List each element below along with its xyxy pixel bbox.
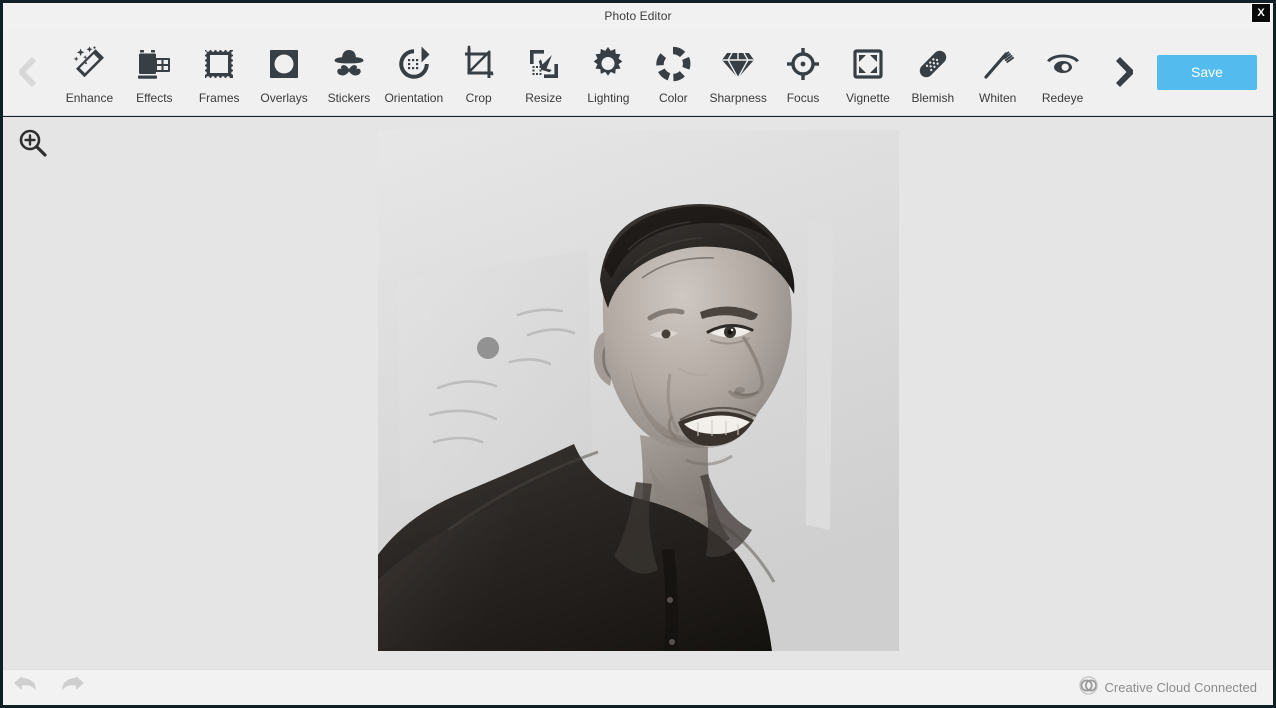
tool-label: Color xyxy=(658,90,688,105)
tool-frames[interactable]: Frames xyxy=(187,29,252,116)
tool-label: Whiten xyxy=(979,90,1017,105)
toolbar-scroll-next-button[interactable] xyxy=(1097,29,1149,116)
circle-in-square-icon xyxy=(263,43,305,85)
redo-arrow-icon xyxy=(59,674,85,701)
undo-arrow-icon xyxy=(13,674,39,701)
bandage-icon xyxy=(912,43,954,85)
chevron-right-icon xyxy=(1110,57,1136,87)
sun-icon xyxy=(587,43,629,85)
diamond-icon xyxy=(717,43,759,85)
chevron-left-icon xyxy=(16,57,42,87)
crop-icon xyxy=(458,43,500,85)
resize-arrow-icon xyxy=(523,43,565,85)
rotate-icon xyxy=(393,43,435,85)
picture-frame-icon xyxy=(198,43,240,85)
tools-toolbar: Enhance Effects Frames Overlays Stickers… xyxy=(3,29,1273,116)
bottom-toolbar: Creative Cloud Connected xyxy=(3,669,1273,705)
tool-vignette[interactable]: Vignette xyxy=(836,29,901,116)
tool-redeye[interactable]: Redeye xyxy=(1030,29,1095,116)
tool-lighting[interactable]: Lighting xyxy=(576,29,641,116)
title-bar: Photo Editor xyxy=(3,3,1273,29)
vignette-corners-icon xyxy=(847,43,889,85)
tool-label: Effects xyxy=(136,90,173,105)
tool-whiten[interactable]: Whiten xyxy=(965,29,1030,116)
creative-cloud-icon xyxy=(1078,675,1098,700)
tool-focus[interactable]: Focus xyxy=(771,29,836,116)
tool-sharpness[interactable]: Sharpness xyxy=(706,29,771,116)
tool-label: Overlays xyxy=(260,90,308,105)
tool-crop[interactable]: Crop xyxy=(446,29,511,116)
tool-label: Resize xyxy=(525,90,562,105)
focus-target-icon xyxy=(782,43,824,85)
tool-effects[interactable]: Effects xyxy=(122,29,187,116)
tool-color[interactable]: Color xyxy=(641,29,706,116)
tool-orientation[interactable]: Orientation xyxy=(381,29,446,116)
toolbar-scroll-prev-button[interactable] xyxy=(3,29,55,116)
tool-label: Vignette xyxy=(846,90,890,105)
tool-label: Blemish xyxy=(911,90,955,105)
close-button[interactable]: X xyxy=(1251,3,1271,23)
tool-label: Enhance xyxy=(65,90,114,105)
tool-resize[interactable]: Resize xyxy=(511,29,576,116)
close-icon: X xyxy=(1257,7,1265,19)
tool-label: Sharpness xyxy=(709,90,767,105)
eye-icon xyxy=(1042,43,1084,85)
tool-overlays[interactable]: Overlays xyxy=(252,29,317,116)
photo-canvas-image[interactable] xyxy=(378,130,899,651)
film-roll-icon xyxy=(133,43,175,85)
hat-mustache-icon xyxy=(328,43,370,85)
tool-blemish[interactable]: Blemish xyxy=(900,29,965,116)
tool-stickers[interactable]: Stickers xyxy=(317,29,382,116)
creative-cloud-status: Creative Cloud Connected xyxy=(1078,675,1257,700)
undo-button[interactable] xyxy=(3,670,49,706)
creative-cloud-status-label: Creative Cloud Connected xyxy=(1104,680,1257,695)
photo-editor-window: Photo Editor X Enhance Effects Frames Ov… xyxy=(0,0,1276,708)
tool-label: Redeye xyxy=(1041,90,1084,105)
tool-enhance[interactable]: Enhance xyxy=(57,29,122,116)
tool-label: Crop xyxy=(465,90,492,105)
tool-label: Frames xyxy=(198,90,240,105)
tool-label: Focus xyxy=(786,90,820,105)
magic-wand-icon xyxy=(68,43,110,85)
window-title: Photo Editor xyxy=(604,9,672,23)
zoom-in-button[interactable] xyxy=(15,127,51,163)
portrait-photo xyxy=(378,130,899,651)
tool-label: Stickers xyxy=(327,90,371,105)
tool-label: Orientation xyxy=(384,90,444,105)
save-button[interactable]: Save xyxy=(1157,54,1257,90)
toothbrush-icon xyxy=(977,43,1019,85)
tool-list: Enhance Effects Frames Overlays Stickers… xyxy=(55,29,1097,116)
zoom-in-magnifier-icon xyxy=(17,127,49,164)
redo-button[interactable] xyxy=(49,670,95,706)
tool-label: Lighting xyxy=(587,90,630,105)
editor-canvas xyxy=(3,117,1273,669)
color-wheel-icon xyxy=(652,43,694,85)
